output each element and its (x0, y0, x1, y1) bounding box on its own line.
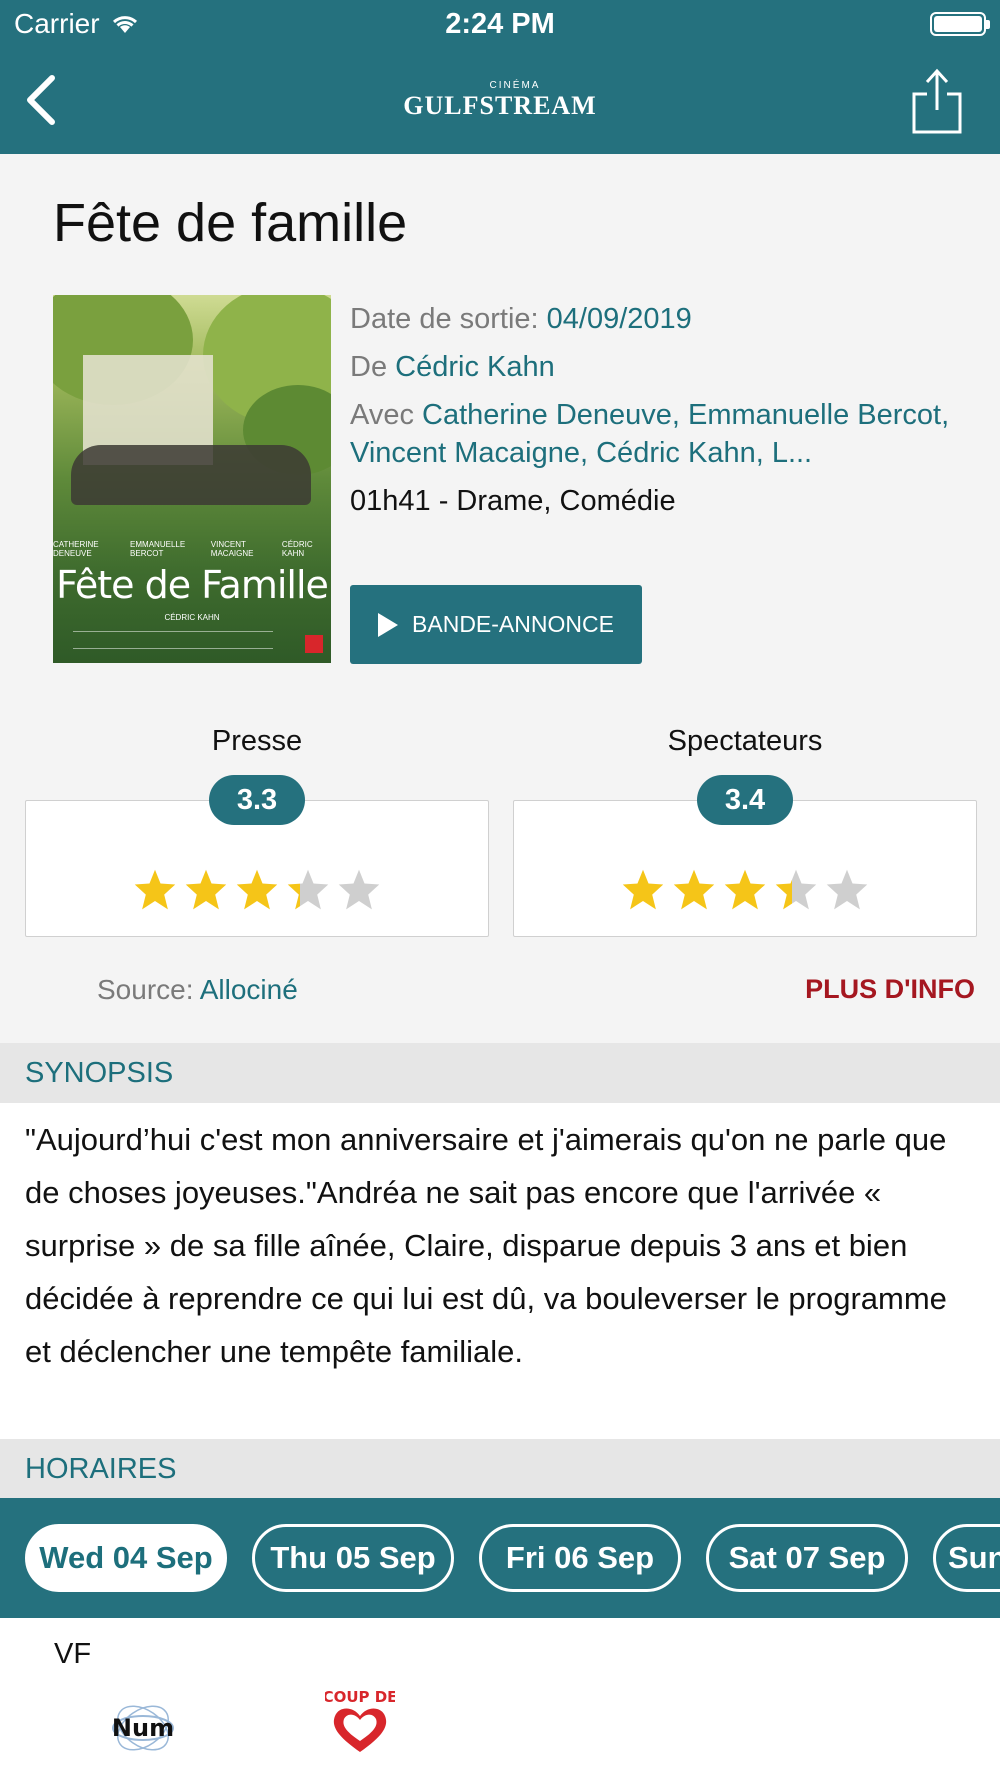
star-icon (287, 869, 329, 910)
release-label: Date de sortie: (350, 303, 539, 335)
spectators-rating: Spectateurs 3.4 (513, 725, 977, 937)
release-row: Date de sortie: 04/09/2019 (350, 300, 970, 338)
star-icon (338, 869, 380, 910)
star-icon (775, 869, 817, 910)
cinema-logo: CINÉMA GULFSTREAM (0, 80, 1000, 121)
date-chip-thu[interactable]: Thu 05 Sep (252, 1524, 454, 1592)
source-link[interactable]: Allociné (200, 974, 298, 1005)
movie-title: Fête de famille (53, 193, 408, 253)
cast-row: Avec Catherine Deneuve, Emmanuelle Berco… (350, 396, 970, 472)
version-label: VF (54, 1638, 92, 1670)
director-row: De Cédric Kahn (350, 348, 970, 386)
synopsis-header: SYNOPSIS (0, 1043, 1000, 1103)
star-icon (622, 869, 664, 910)
synopsis-text: "Aujourd’hui c'est mon anniversaire et j… (0, 1103, 1000, 1439)
showtimes-panel: VF Num COUP DE (0, 1618, 1000, 1778)
logo-title: GULFSTREAM (403, 91, 597, 120)
cast-link[interactable]: Catherine Deneuve, Emmanuelle Bercot, Vi… (350, 399, 949, 469)
numeric-projection-icon: Num (105, 1698, 185, 1758)
press-rating-title: Presse (211, 725, 303, 757)
movie-info: Date de sortie: 04/09/2019 De Cédric Kah… (350, 300, 970, 530)
director-label: De (350, 351, 388, 383)
star-icon (236, 869, 278, 910)
date-chip-sun[interactable]: Sun 08 Sep (933, 1524, 1000, 1592)
director-link[interactable]: Cédric Kahn (395, 351, 555, 383)
top-bar: Carrier 2:24 PM CINÉMA GULFSTREAM (0, 0, 1000, 154)
press-stars (25, 867, 489, 913)
num-badge-label: Num (112, 1714, 174, 1742)
schedule-header: HORAIRES (0, 1439, 1000, 1499)
logo-subtitle: CINÉMA (489, 80, 541, 91)
clock: 2:24 PM (445, 8, 555, 40)
date-chip-wed[interactable]: Wed 04 Sep (25, 1524, 227, 1592)
star-icon (826, 869, 868, 910)
date-chip-sat[interactable]: Sat 07 Sep (706, 1524, 908, 1592)
press-rating-score: 3.3 (209, 775, 305, 825)
battery-icon (930, 12, 990, 36)
cast-label: Avec (350, 399, 414, 431)
status-bar: Carrier 2:24 PM (0, 0, 1000, 50)
star-icon (673, 869, 715, 910)
star-icon (724, 869, 766, 910)
spectators-rating-title: Spectateurs (667, 725, 823, 757)
duration-genre: 01h41 - Drame, Comédie (350, 485, 676, 517)
press-rating: Presse 3.3 (25, 725, 489, 937)
release-date: 04/09/2019 (546, 303, 692, 335)
movie-poster[interactable]: CATHERINE DENEUVE EMMANUELLE BERCOT VINC… (53, 295, 331, 663)
spectators-rating-score: 3.4 (697, 775, 793, 825)
poster-logo (305, 635, 323, 653)
source-label: Source: (97, 974, 194, 1005)
share-icon (912, 68, 962, 134)
rating-source: Source: Allociné (97, 974, 298, 1006)
more-info-link[interactable]: PLUS D'INFO (805, 974, 975, 1005)
star-icon (134, 869, 176, 910)
spectators-stars (513, 867, 977, 913)
poster-director: CÉDRIC KAHN (164, 613, 220, 622)
play-icon (378, 612, 399, 637)
share-button[interactable] (910, 66, 964, 136)
coup-de-coeur-icon: COUP DE (323, 1686, 397, 1758)
date-selector: Wed 04 Sep Thu 05 Sep Fri 06 Sep Sat 07 … (0, 1498, 1000, 1618)
poster-credits (73, 631, 273, 649)
coup-badge-label: COUP DE (325, 1688, 395, 1706)
trailer-label: BANDE-ANNONCE (412, 611, 614, 637)
star-icon (185, 869, 227, 910)
poster-title: Fête de Famille (56, 563, 329, 607)
trailer-button[interactable]: BANDE-ANNONCE (350, 585, 642, 664)
poster-cast-names: CATHERINE DENEUVE EMMANUELLE BERCOT VINC… (53, 540, 313, 558)
date-chip-fri[interactable]: Fri 06 Sep (479, 1524, 681, 1592)
